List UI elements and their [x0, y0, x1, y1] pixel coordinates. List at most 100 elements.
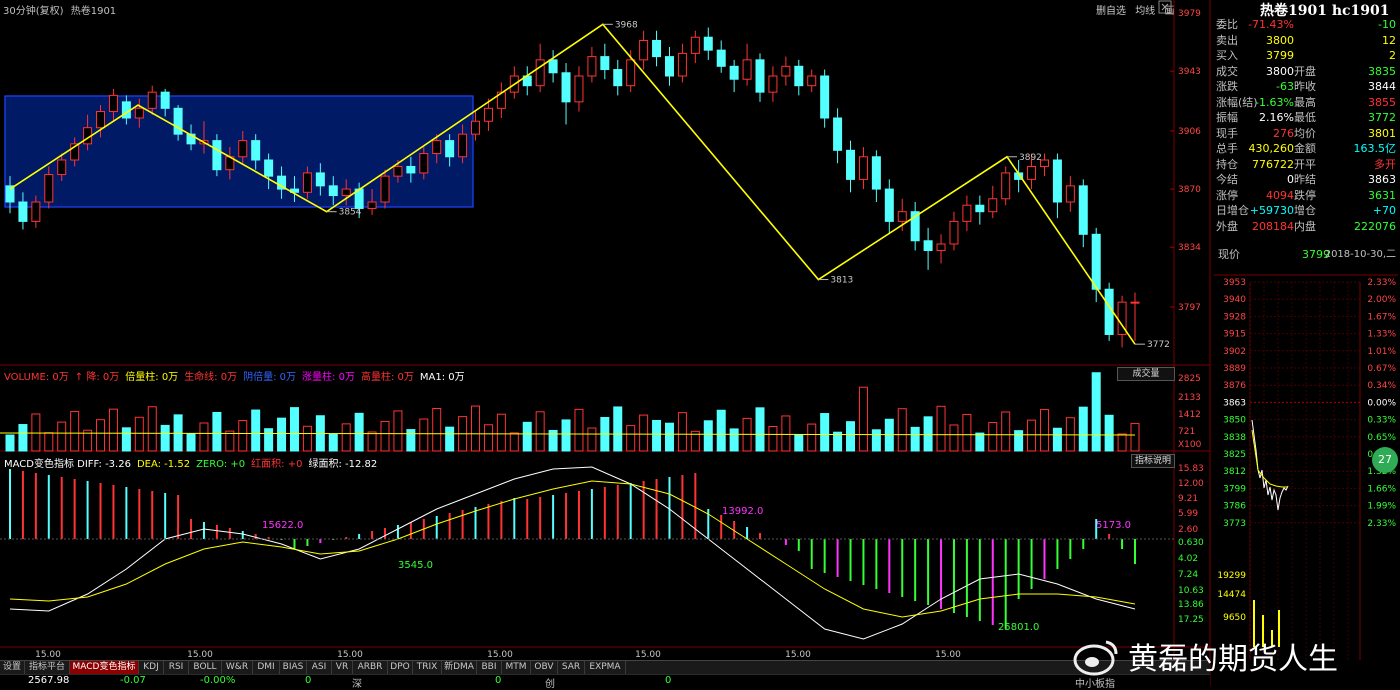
volume-bar — [587, 427, 597, 452]
volume-bar — [264, 428, 274, 452]
legend-item: ↑ 降: 0万 — [74, 372, 120, 383]
quote-label: 涨停 — [1216, 188, 1238, 202]
volume-bar — [302, 425, 312, 452]
tab-13[interactable]: TRIX — [413, 661, 442, 674]
indicator-help-button[interactable]: 指标说明 — [1131, 454, 1175, 468]
intraday-price-tick: 3953 — [1223, 278, 1246, 288]
volume-bar — [936, 405, 946, 452]
quote-row: 卖出 3800 12 — [1214, 33, 1398, 48]
candle-up — [393, 165, 403, 177]
volume-bar — [432, 407, 442, 452]
volume-bar — [1078, 406, 1088, 452]
quote-label: 持仓 — [1216, 157, 1238, 171]
quote-label-2: 均价 — [1294, 126, 1316, 140]
candle-down — [846, 149, 856, 180]
candle-up — [147, 91, 157, 109]
tab-8[interactable]: BIAS — [280, 661, 307, 674]
candle-down — [212, 140, 222, 171]
legend-item: 阴倍量: 0万 — [243, 372, 297, 383]
volume-bar — [1117, 433, 1127, 452]
volume-bar — [496, 413, 506, 452]
volume-bar — [212, 411, 222, 452]
remove-watchlist-button[interactable]: 删自选 — [1096, 6, 1126, 17]
volume-bar — [535, 411, 545, 452]
quote-row: 总手 430,260 金额 163.5亿 — [1214, 141, 1398, 156]
period-label[interactable]: 30分钟(复权) 热卷1901 — [3, 2, 116, 17]
quote-value-2: 2 — [1389, 49, 1396, 62]
candle-down — [884, 188, 894, 222]
tab-11[interactable]: ARBR — [353, 661, 388, 674]
tab-5[interactable]: BOLL — [189, 661, 222, 674]
candle-up — [626, 59, 636, 87]
status-value: 2567.98 — [28, 675, 70, 686]
tab-12[interactable]: DPO — [388, 661, 413, 674]
volume-bar — [18, 424, 28, 452]
quote-value: -1.63% — [1255, 95, 1294, 109]
quote-label: 现手 — [1216, 126, 1238, 140]
volume-bar — [225, 430, 235, 452]
tab-0[interactable]: 设置 — [0, 661, 25, 674]
intraday-price-tick: 3915 — [1223, 330, 1246, 340]
intraday-price-tick: 3799 — [1223, 484, 1246, 494]
tab-18[interactable]: SAR — [558, 661, 585, 674]
tab-6[interactable]: W&R — [222, 661, 253, 674]
quote-label-2: 开平 — [1294, 157, 1316, 171]
volume-axis-label: 2825 — [1178, 374, 1201, 384]
quote-label-2: 开盘 — [1294, 64, 1316, 78]
candle-down — [871, 156, 881, 190]
volume-bar — [108, 408, 118, 452]
volume-bar — [328, 433, 338, 452]
candle-down — [1078, 185, 1088, 235]
volume-bar — [277, 417, 287, 452]
tab-10[interactable]: VR — [332, 661, 353, 674]
quote-label-2: 昨结 — [1294, 173, 1316, 186]
quote-row: 买入 3799 2 — [1214, 48, 1398, 63]
volume-bar — [238, 420, 248, 452]
tab-2[interactable]: MACD变色指标 — [70, 661, 139, 674]
quote-value-2: 3855 — [1368, 95, 1396, 109]
tab-3[interactable]: KDJ — [139, 661, 164, 674]
tab-7[interactable]: DMI — [253, 661, 280, 674]
tab-4[interactable]: RSI — [164, 661, 189, 674]
volume-bar — [121, 427, 131, 452]
current-price-label: 现价 — [1218, 248, 1240, 261]
candle-up — [471, 120, 481, 135]
legend-item: DEA: -1.52 — [136, 459, 191, 470]
macd-axis-label: 7.24 — [1178, 570, 1198, 580]
candle-down — [328, 185, 338, 197]
tab-1[interactable]: 指标平台 — [25, 661, 70, 674]
volume-bar — [1065, 417, 1075, 452]
quote-row: 委比 -71.43% -10 — [1214, 17, 1398, 32]
candle-up — [483, 107, 493, 122]
candle-up — [419, 153, 429, 174]
status-value: 0 — [495, 675, 502, 686]
tab-17[interactable]: OBV — [531, 661, 558, 674]
close-icon[interactable] — [1158, 0, 1172, 14]
status-value: 0 — [305, 675, 312, 686]
volume-bar — [1104, 414, 1114, 452]
volume-axis-label: 721 — [1178, 427, 1195, 437]
tab-9[interactable]: ASI — [307, 661, 332, 674]
intraday-pct-tick: 1.67% — [1367, 312, 1396, 322]
volume-bar — [251, 409, 261, 452]
candle-up — [677, 52, 687, 77]
volume-bar — [57, 421, 67, 452]
candle-up — [742, 59, 752, 80]
volume-bar — [794, 434, 804, 452]
tab-14[interactable]: 新DMA — [442, 661, 477, 674]
intraday-pct-tick: 2.00% — [1367, 295, 1396, 305]
candle-up — [238, 140, 248, 158]
tab-16[interactable]: MTM — [502, 661, 531, 674]
floating-badge[interactable]: 27 — [1372, 447, 1398, 473]
legend-item: VOLUME: 0万 — [4, 372, 69, 383]
tab-19[interactable]: EXPMA — [585, 661, 626, 674]
macd-axis-label: 9.21 — [1178, 494, 1198, 504]
volume-bar — [134, 416, 144, 452]
watermark: 黄磊的期货人生 — [1072, 632, 1392, 678]
legend-item: 绿面积: -12.82 — [308, 459, 378, 470]
ma-button[interactable]: 均线 — [1135, 6, 1155, 17]
status-value: 创 — [545, 679, 555, 690]
candle-down — [716, 49, 726, 67]
volume-indicator-dropdown[interactable]: 成交量 — [1117, 367, 1175, 381]
tab-15[interactable]: BBI — [477, 661, 502, 674]
